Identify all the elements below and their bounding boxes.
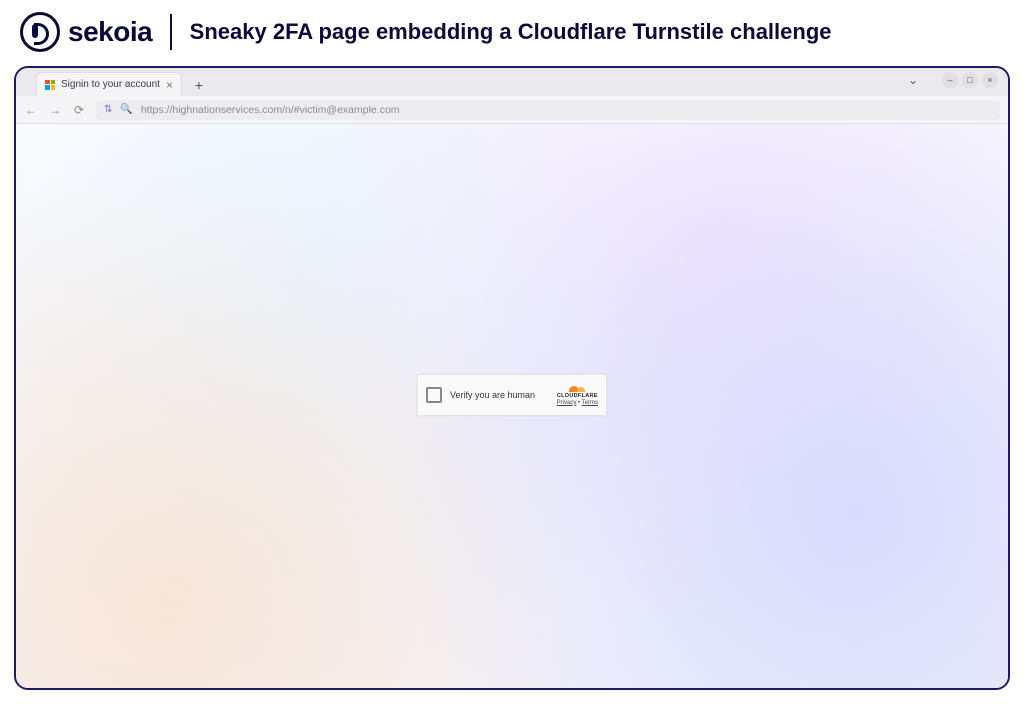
site-settings-icon[interactable]: ⇅ [104, 104, 112, 115]
cloudflare-wordmark: CLOUDFLARE [557, 393, 598, 399]
address-bar[interactable]: ⇅ 🔍 https://highnationservices.com/n/#vi… [96, 100, 1000, 120]
terms-link[interactable]: Terms [582, 400, 598, 406]
new-tab-button[interactable]: + [188, 74, 210, 96]
brand-mark-icon [20, 12, 60, 52]
url-text: https://highnationservices.com/n/#victim… [141, 104, 400, 116]
minimize-button[interactable]: – [942, 72, 958, 88]
browser-window: Signin to your account × + ⌄ – □ × ← → ⟳… [14, 66, 1010, 690]
forward-button[interactable]: → [48, 103, 62, 117]
cloudflare-logo [569, 384, 585, 392]
maximize-button[interactable]: □ [962, 72, 978, 88]
privacy-link[interactable]: Privacy [557, 400, 577, 406]
reload-button[interactable]: ⟳ [72, 103, 86, 117]
chevron-down-icon[interactable]: ⌄ [908, 73, 918, 87]
turnstile-widget: Verify you are human CLOUDFLARE Privacy … [417, 374, 607, 416]
turnstile-branding: CLOUDFLARE Privacy • Terms [557, 384, 598, 406]
cloudflare-cloud-icon [569, 384, 585, 392]
back-button[interactable]: ← [24, 103, 38, 117]
page-header: sekoia Sneaky 2FA page embedding a Cloud… [0, 0, 1024, 60]
toolbar: ← → ⟳ ⇅ 🔍 https://highnationservices.com… [16, 96, 1008, 124]
brand-logo: sekoia [20, 12, 152, 52]
turnstile-label: Verify you are human [450, 390, 549, 400]
browser-tab[interactable]: Signin to your account × [36, 72, 182, 96]
search-icon: 🔍 [120, 104, 132, 115]
tab-strip: Signin to your account × + ⌄ – □ × [16, 68, 1008, 96]
close-tab-button[interactable]: × [166, 78, 173, 92]
turnstile-checkbox[interactable] [426, 387, 442, 403]
header-separator [170, 14, 172, 50]
window-controls: ⌄ – □ × [908, 72, 998, 88]
brand-name: sekoia [68, 16, 152, 48]
tab-title: Signin to your account [61, 79, 160, 90]
page-viewport: Verify you are human CLOUDFLARE Privacy … [16, 124, 1008, 688]
page-title: Sneaky 2FA page embedding a Cloudflare T… [190, 19, 832, 45]
microsoft-icon [45, 80, 55, 90]
turnstile-links: Privacy • Terms [557, 400, 598, 406]
close-window-button[interactable]: × [982, 72, 998, 88]
